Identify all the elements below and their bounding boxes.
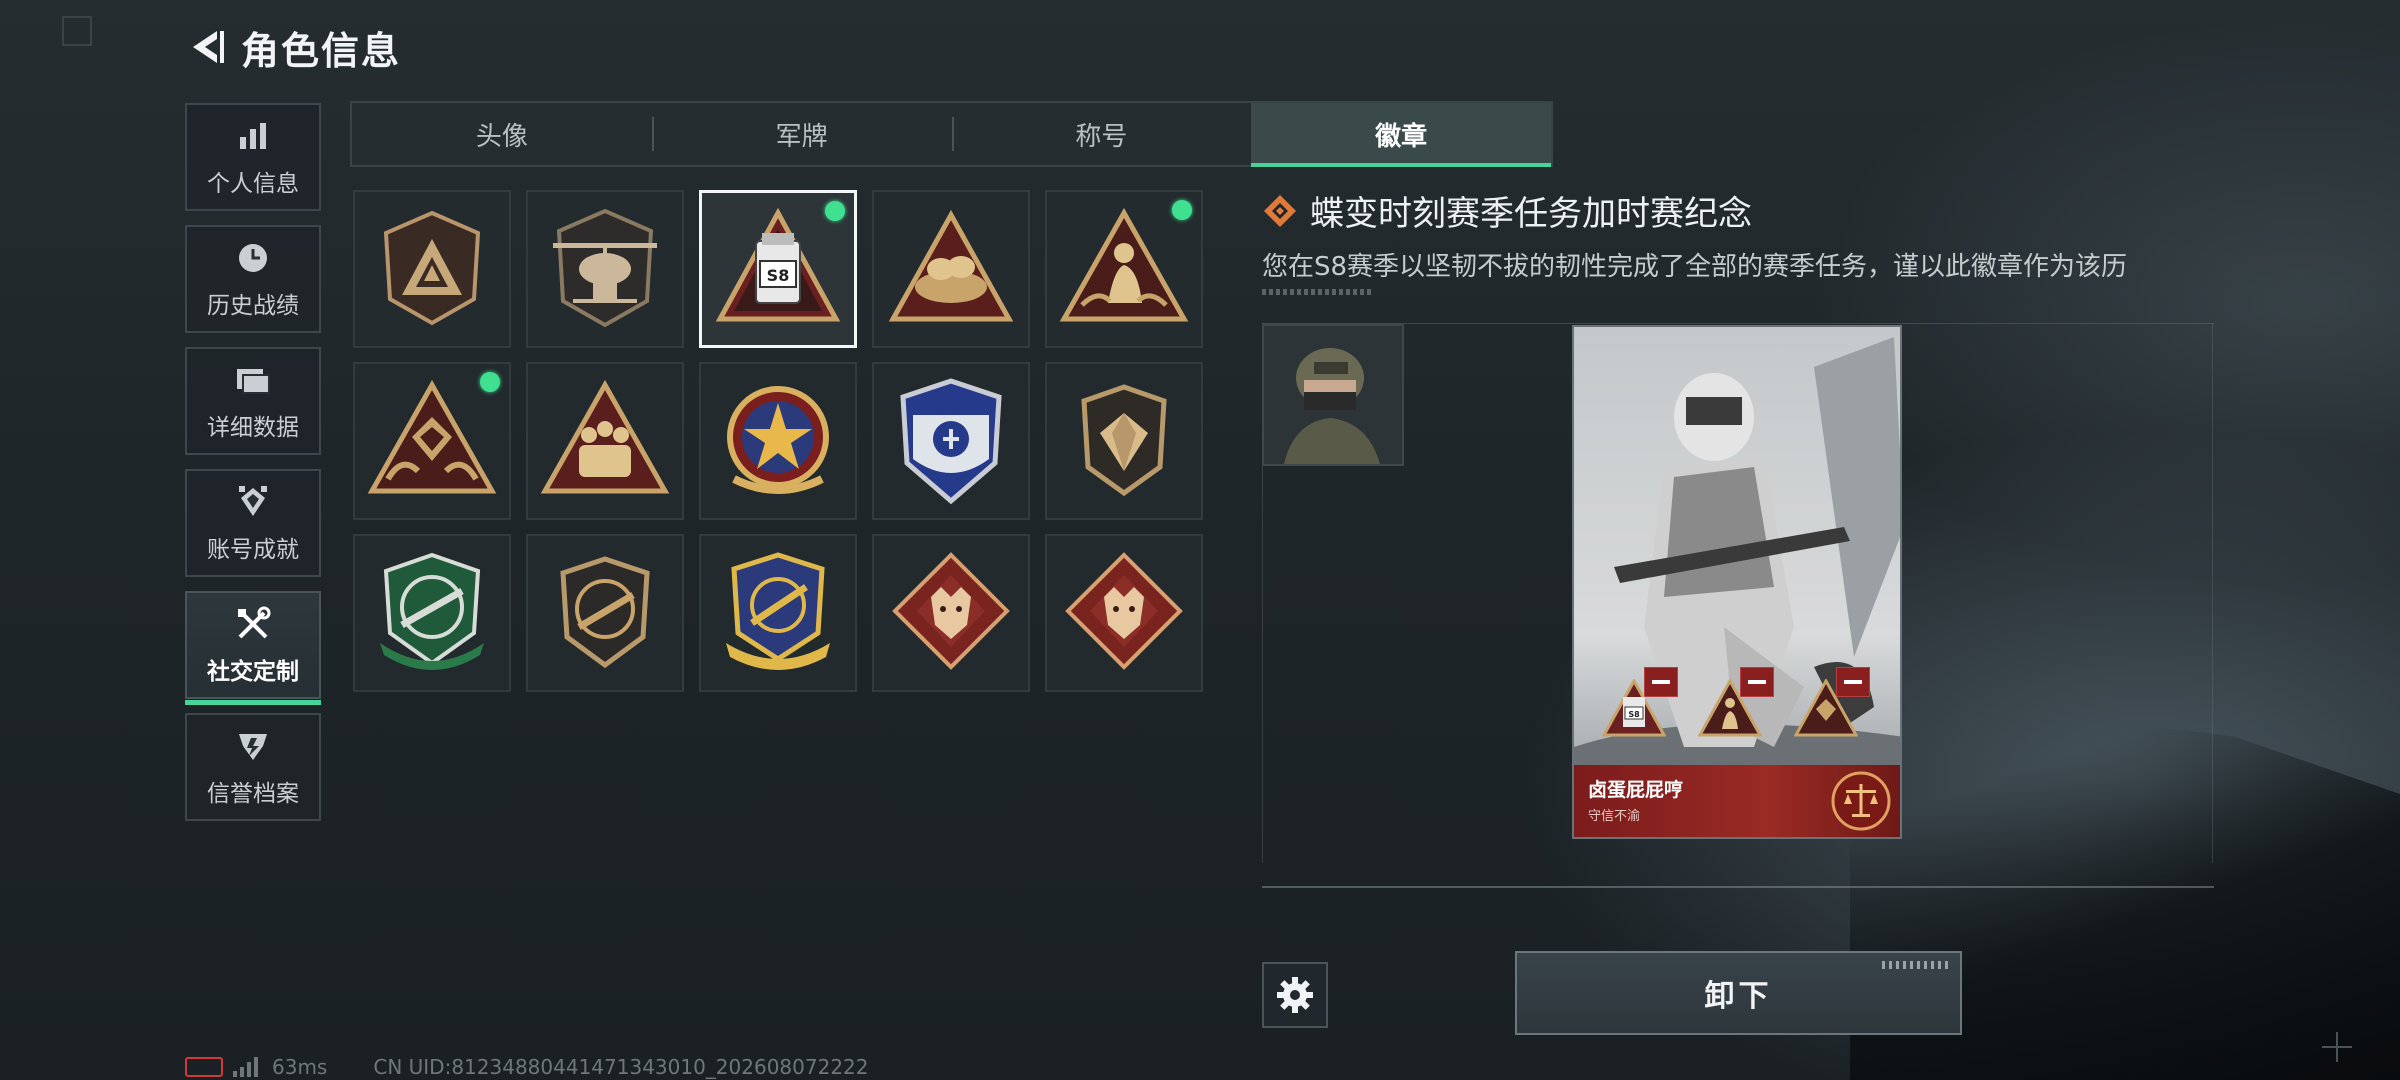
wolf-diamond-badge-icon (1065, 552, 1183, 670)
new-indicator-dot (1172, 200, 1192, 220)
panel-divider (1262, 886, 2214, 888)
equipped-slot[interactable] (1698, 667, 1776, 737)
wolf-diamond-badge-icon (892, 552, 1010, 670)
sidebar-item-label: 账号成就 (207, 537, 299, 563)
nest-triangle-badge-icon (888, 209, 1014, 322)
badge-cell[interactable] (353, 190, 511, 348)
tab-title[interactable]: 称号 (951, 103, 1252, 165)
sidebar-item-label: 信誉档案 (207, 781, 299, 807)
crosshair-corner-icon (2322, 1032, 2352, 1062)
reputation-icon (233, 726, 273, 766)
sidebar-item-personal-info[interactable]: 个人信息 (185, 103, 321, 211)
soldier-portrait-icon (1264, 326, 1402, 464)
panel-divider (1262, 323, 2214, 324)
settings-button[interactable] (1262, 962, 1328, 1028)
player-name: 卤蛋屁屁哼 (1588, 779, 1684, 801)
badge-s8-text: S8 (767, 266, 790, 285)
tools-icon (233, 604, 273, 644)
user-uid: CN UID:81234880441471343010_202608072222 (373, 1055, 869, 1079)
badge-cell-selected[interactable]: S8 (699, 190, 857, 348)
blue-gold-rifle-badge-icon (726, 552, 830, 670)
sidebar-item-label: 社交定制 (207, 659, 299, 685)
badge-cell[interactable] (353, 362, 511, 520)
page-header: 角色信息 (185, 22, 800, 73)
status-bar: 63ms CN UID:81234880441471343010_2026080… (185, 1055, 869, 1079)
helicopter-badge-icon (553, 208, 657, 328)
unequip-button[interactable]: 卸下 (1515, 951, 1962, 1035)
player-title: 守信不渝 (1588, 809, 1641, 824)
hands-diamond-badge-icon (367, 379, 497, 494)
sidebar-item-label: 详细数据 (207, 415, 299, 441)
sidebar-item-social-custom[interactable]: 社交定制 (185, 591, 321, 705)
star-ribbon-badge-icon (727, 386, 829, 494)
badge-cell[interactable] (353, 534, 511, 692)
player-card: S8 卤蛋屁屁哼 守信不渝 (1572, 325, 1902, 839)
badge-cell[interactable] (526, 534, 684, 692)
green-rifle-badge-icon (380, 552, 484, 670)
badge-cell[interactable] (872, 190, 1030, 348)
equipped-slot[interactable] (1794, 667, 1872, 737)
player-card-footer: 卤蛋屁屁哼 守信不渝 (1574, 765, 1900, 837)
badge-grid: S8 (353, 190, 1203, 692)
badge-detail-header: 蝶变时刻赛季任务加时赛纪念 (1262, 186, 1752, 235)
badge-cell[interactable] (872, 534, 1030, 692)
gear-icon (1277, 977, 1313, 1013)
new-indicator-dot (480, 372, 500, 392)
badge-cell[interactable] (1045, 190, 1203, 348)
sidebar-item-history[interactable]: 历史战绩 (185, 225, 321, 333)
player-avatar[interactable] (1262, 324, 1404, 466)
triangle-shield-badge-icon (383, 210, 481, 326)
scales-emblem-icon (1831, 771, 1891, 831)
tab-bar: 头像 军牌 称号 徽章 (350, 101, 1553, 167)
s8-robot-badge-icon: S8 (715, 207, 841, 322)
new-indicator-dot (825, 201, 845, 221)
bar-chart-icon (233, 116, 273, 156)
folder-icon (233, 360, 273, 400)
slot-s8-text: S8 (1628, 710, 1640, 719)
badge-detail-title: 蝶变时刻赛季任务加时赛纪念 (1310, 194, 1752, 234)
badge-cell[interactable] (1045, 534, 1203, 692)
back-arrow-icon[interactable] (185, 25, 229, 69)
ping-value: 63ms (272, 1055, 328, 1079)
figure-triangle-badge-icon (1059, 207, 1189, 322)
operator-artwork-icon (1574, 327, 1900, 837)
gem-shield-badge-icon (1081, 384, 1167, 497)
sidebar-item-reputation[interactable]: 信誉档案 (185, 713, 321, 821)
achievement-icon (233, 482, 273, 522)
page-title: 角色信息 (241, 28, 402, 73)
figure-triangle-badge-icon (1698, 679, 1762, 737)
description-divider (1262, 289, 1372, 295)
tab-badge[interactable]: 徽章 (1251, 103, 1551, 167)
tab-dog-tag[interactable]: 军牌 (651, 103, 952, 165)
blue-shield-badge-icon (900, 378, 1002, 505)
equipped-badge-slots: S8 (1602, 667, 1872, 737)
badge-detail-description: 您在S8赛季以坚韧不拔的韧性完成了全部的赛季任务，谨以此徽章作为该历 (1262, 252, 2128, 282)
badge-cell[interactable] (526, 362, 684, 520)
dark-rifle-badge-icon (560, 556, 650, 669)
sidebar-item-label: 历史战绩 (207, 293, 299, 319)
badge-cell[interactable] (699, 534, 857, 692)
panel-border (2212, 323, 2213, 863)
sidebar-item-label: 个人信息 (207, 171, 299, 197)
sidebar: 个人信息 历史战绩 详细数据 账号成就 社交定制 信誉档案 (185, 103, 321, 835)
badge-cell[interactable] (1045, 362, 1203, 520)
hands-diamond-badge-icon (1794, 679, 1858, 737)
sidebar-item-detailed-data[interactable]: 详细数据 (185, 347, 321, 455)
badge-cell[interactable] (872, 362, 1030, 520)
tab-avatar[interactable]: 头像 (352, 103, 652, 165)
corner-frame (62, 16, 92, 46)
s8-robot-badge-icon: S8 (1602, 679, 1666, 737)
sidebar-item-achievements[interactable]: 账号成就 (185, 469, 321, 577)
badge-cell[interactable] (526, 190, 684, 348)
battery-icon (185, 1057, 223, 1077)
diamond-marker-icon (1264, 194, 1296, 227)
equipped-slot[interactable]: S8 (1602, 667, 1680, 737)
signal-icon (233, 1057, 258, 1077)
clock-icon (233, 238, 273, 278)
squad-triangle-badge-icon (540, 379, 670, 494)
badge-cell[interactable] (699, 362, 857, 520)
